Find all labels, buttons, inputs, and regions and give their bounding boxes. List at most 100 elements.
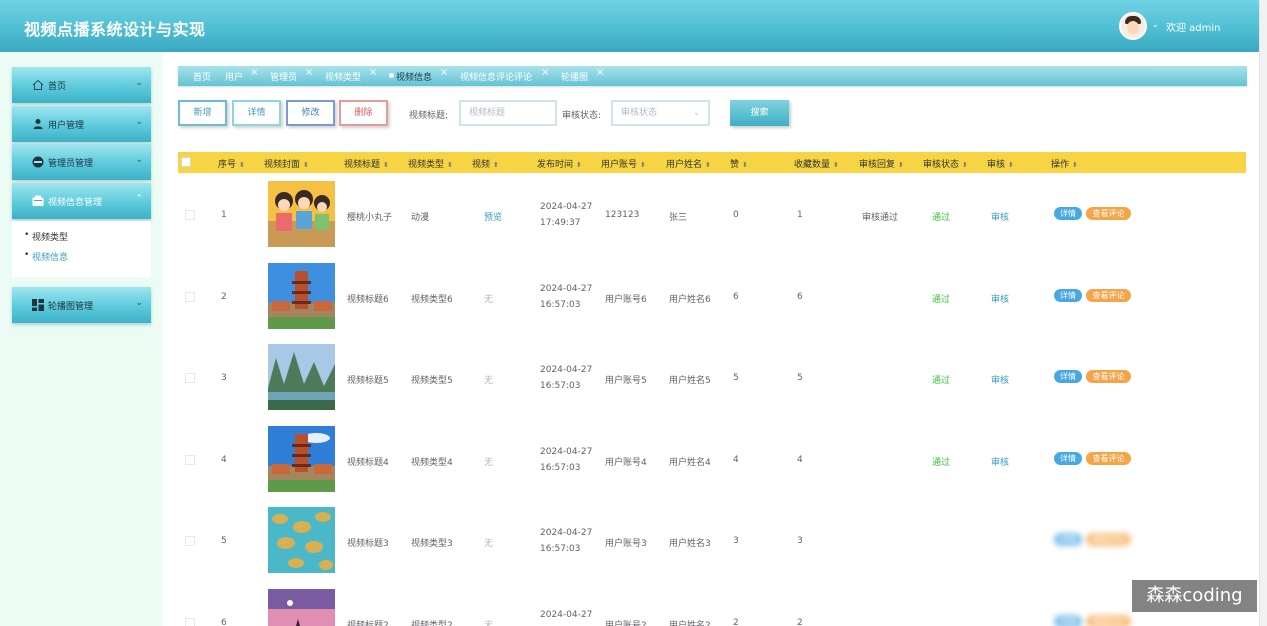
row-checkbox[interactable] [185,536,195,546]
view-comments-button[interactable]: 查看评论 [1086,452,1131,465]
chevron-down-icon: ⌄ [135,298,143,308]
scrollbar[interactable] [1259,0,1267,626]
publish-time: 17:49:37 [540,218,581,228]
view-comments-button[interactable]: 查看评论 [1086,289,1131,302]
tab-admins[interactable]: 管理员 [270,70,297,83]
sort-icon[interactable]: ⬍ [303,161,309,169]
user-name: 用户姓名3 [669,539,711,549]
sidebar-item-video-info[interactable]: 视频信息管理 ⌃ [12,183,151,219]
tab-video-info[interactable]: 视频信息 [396,70,432,83]
row-checkbox[interactable] [185,292,195,302]
column-header-label: 用户姓名 [666,160,703,170]
video-title: 樱桃小丸子 [347,213,393,223]
sort-icon[interactable]: ⬍ [493,161,499,169]
sub-item-video-info[interactable]: 视频信息 [24,250,68,263]
status-select-placeholder: 审核状态 [621,108,658,118]
sort-icon[interactable]: ⬍ [898,161,904,169]
view-comments-button[interactable]: 查看评论 [1086,207,1131,220]
row-detail-button[interactable]: 详情 [1054,615,1082,626]
row-detail-button[interactable]: 详情 [1054,207,1082,220]
sidebar-item-carousel[interactable]: 轮播图管理 ⌄ [12,287,151,323]
sort-icon[interactable]: ⬍ [705,161,711,169]
column-header-label: 赞 [730,160,740,170]
video-preview-link[interactable]: 预览 [484,210,502,223]
view-comments-button[interactable]: 查看评论 [1086,370,1131,383]
close-icon[interactable]: × [250,67,258,78]
chevron-up-icon: ⌃ [135,194,143,204]
column-header[interactable]: 视频封面 ⬍ [264,157,309,170]
tab-users[interactable]: 用户 [225,70,243,83]
column-header[interactable]: 操作 ⬍ [1051,157,1078,170]
status-select[interactable]: 审核状态 ⌄ [611,100,710,126]
search-button[interactable]: 搜索 [730,100,789,126]
sort-icon[interactable]: ⬍ [1008,161,1014,169]
audit-link[interactable]: 审核 [991,210,1009,223]
sort-icon[interactable]: ⬍ [447,161,453,169]
row-checkbox[interactable] [185,373,195,383]
welcome-text[interactable]: 欢迎 admin [1166,19,1221,34]
close-icon[interactable]: × [305,67,313,78]
sub-item-video-type[interactable]: 视频类型 [24,230,68,243]
audit-link[interactable]: 审核 [991,292,1009,305]
sidebar-item-home[interactable]: 首页 ⌄ [12,67,151,103]
close-icon[interactable]: × [440,67,448,78]
audit-link[interactable]: 审核 [991,455,1009,468]
column-header[interactable]: 视频标题 ⬍ [344,157,389,170]
sort-icon[interactable]: ⬍ [383,161,389,169]
video-type: 视频类型4 [411,458,453,468]
view-comments-button[interactable]: 查看评论 [1086,615,1131,626]
column-header[interactable]: 用户账号 ⬍ [601,157,646,170]
status-filter-label: 审核状态: [562,111,602,121]
delete-button[interactable]: 删除 [339,100,388,126]
close-icon[interactable]: × [541,67,549,78]
title-filter-label: 视频标题: [409,111,449,121]
title-search-input[interactable]: 视频标题 [459,100,557,126]
column-header[interactable]: 发布时间 ⬍ [537,157,582,170]
sidebar-item-admins[interactable]: 管理员管理 ⌄ [12,144,151,180]
column-header[interactable]: 视频类型 ⬍ [408,157,453,170]
audit-status: 通过 [932,295,951,305]
close-icon[interactable]: × [596,67,604,78]
audit-link[interactable]: 审核 [991,373,1009,386]
tab-video-type[interactable]: 视频类型 [325,70,361,83]
row-detail-button[interactable]: 详情 [1054,289,1082,302]
chevron-down-icon[interactable]: ⌄ [1152,20,1159,29]
column-header[interactable]: 赞 ⬍ [730,157,748,170]
sort-icon[interactable]: ⬍ [239,161,245,169]
detail-button[interactable]: 详情 [232,100,281,126]
video-title: 视频标题5 [347,376,389,386]
sort-icon[interactable]: ⬍ [640,161,646,169]
row-checkbox[interactable] [185,210,195,220]
row-detail-button[interactable]: 详情 [1054,370,1082,383]
avatar[interactable] [1119,12,1147,40]
column-header[interactable]: 审核 ⬍ [987,157,1014,170]
sort-icon[interactable]: ⬍ [576,161,582,169]
column-header[interactable]: 视频 ⬍ [472,157,499,170]
tab-carousel[interactable]: 轮播图 [561,70,588,83]
column-header[interactable]: 收藏数量 ⬍ [794,157,839,170]
row-detail-button[interactable]: 详情 [1054,452,1082,465]
row-checkbox[interactable] [185,618,195,626]
column-header[interactable]: 序号 ⬍ [218,157,245,170]
view-comments-button[interactable]: 查看评论 [1086,533,1131,546]
user-name: 用户姓名6 [669,295,711,305]
sidebar-item-users[interactable]: 用户管理 ⌄ [12,106,151,142]
sort-icon[interactable]: ⬍ [1072,161,1078,169]
sort-icon[interactable]: ⬍ [833,161,839,169]
row-detail-button[interactable]: 详情 [1054,533,1082,546]
select-all-checkbox[interactable] [181,157,191,167]
row-checkbox[interactable] [185,455,195,465]
column-header[interactable]: 审核状态 ⬍ [923,157,968,170]
sort-icon[interactable]: ⬍ [962,161,968,169]
sort-icon[interactable]: ⬍ [742,161,748,169]
tab-home[interactable]: 首页 [193,70,211,83]
column-header-label: 收藏数量 [794,160,831,170]
tab-video-comments[interactable]: 视频信息评论评论 [460,70,532,83]
column-header[interactable]: 审核回复 ⬍ [859,157,904,170]
video-cover-image [268,507,335,573]
close-icon[interactable]: × [369,67,377,78]
sidebar: 首页 ⌄ 用户管理 ⌄ 管理员管理 ⌄ 视频信息管理 ⌃ 视频类型 视频信息 轮… [0,52,163,626]
column-header[interactable]: 用户姓名 ⬍ [666,157,711,170]
edit-button[interactable]: 修改 [286,100,335,126]
add-button[interactable]: 新增 [178,100,227,126]
